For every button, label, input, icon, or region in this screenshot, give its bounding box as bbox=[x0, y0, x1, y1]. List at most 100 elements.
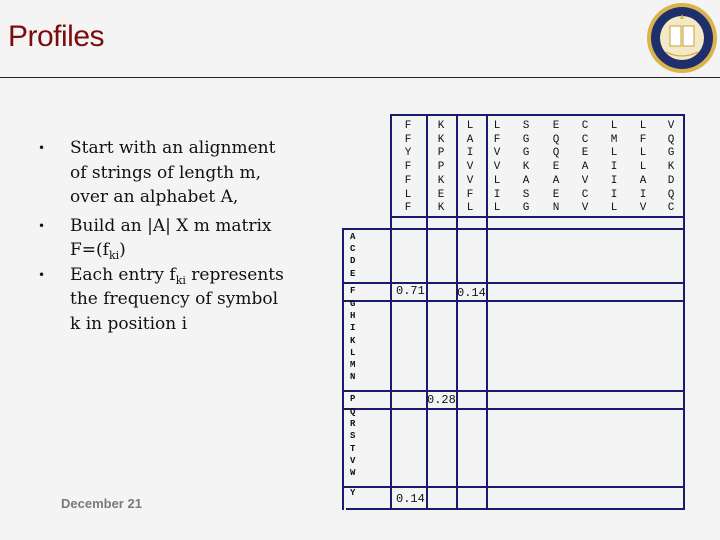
residue: L bbox=[639, 120, 647, 132]
residue: L bbox=[404, 188, 412, 201]
label-border-left bbox=[342, 228, 344, 510]
residue: Y bbox=[404, 147, 412, 160]
residue: I bbox=[610, 174, 618, 187]
residue: F bbox=[404, 202, 412, 215]
residue: L bbox=[466, 120, 474, 132]
residue: Q bbox=[667, 188, 675, 201]
residue: Q bbox=[552, 133, 560, 146]
residue: M bbox=[610, 133, 618, 146]
residue: L bbox=[493, 120, 501, 132]
row-label: G bbox=[350, 299, 356, 309]
title-divider bbox=[0, 77, 720, 78]
row-label: C bbox=[350, 244, 356, 255]
row-label: M bbox=[350, 360, 356, 370]
residue: S bbox=[522, 120, 530, 132]
residue: A bbox=[522, 174, 530, 187]
row-label: Y bbox=[350, 488, 356, 498]
residue: V bbox=[667, 120, 675, 132]
residue: A bbox=[639, 174, 647, 187]
alignment-column: LAIVVFL bbox=[455, 120, 485, 216]
row-label: H bbox=[350, 311, 356, 322]
row-label: N bbox=[350, 372, 356, 383]
residue: V bbox=[466, 161, 474, 174]
residue: V bbox=[581, 174, 589, 187]
residue: E bbox=[581, 147, 589, 160]
residue: I bbox=[610, 161, 618, 174]
residue: G bbox=[522, 147, 530, 160]
residue: F bbox=[493, 133, 501, 146]
residue: Q bbox=[667, 133, 675, 146]
bullet-item: • Build an |A| X m matrix F=(fki) bbox=[38, 215, 272, 262]
row-label: P bbox=[350, 394, 356, 404]
alignment-column: LMLIIIL bbox=[599, 120, 629, 216]
row-label: I bbox=[350, 323, 356, 334]
university-seal-icon bbox=[647, 3, 717, 73]
frequency-value: 0.71 bbox=[396, 284, 425, 298]
alignment-column: EQQEAEN bbox=[541, 120, 571, 216]
residue: L bbox=[493, 174, 501, 187]
residue: V bbox=[493, 161, 501, 174]
residue: C bbox=[581, 188, 589, 201]
bullet-item: • Each entry fki represents the frequency… bbox=[38, 264, 284, 334]
residue: L bbox=[610, 120, 618, 132]
frequency-value: 0.14 bbox=[396, 492, 425, 506]
residue: V bbox=[493, 147, 501, 160]
residue: F bbox=[404, 120, 412, 132]
footer-date: December 21 bbox=[61, 496, 142, 511]
row-label: R bbox=[350, 419, 356, 430]
row-label: L bbox=[350, 347, 356, 358]
residue: A bbox=[552, 174, 560, 187]
residue: E bbox=[552, 188, 560, 201]
residue: D bbox=[667, 174, 675, 187]
residue: L bbox=[610, 202, 618, 215]
row-label: Q bbox=[350, 407, 356, 417]
row-label: K bbox=[350, 335, 356, 346]
residue: C bbox=[581, 120, 589, 132]
residue: F bbox=[639, 133, 647, 146]
residue: K bbox=[667, 161, 675, 174]
alignment-column: CCEAVCV bbox=[570, 120, 600, 216]
residue: C bbox=[667, 202, 675, 215]
residue: G bbox=[667, 147, 675, 160]
residue: F bbox=[404, 133, 412, 146]
row-label: S bbox=[350, 431, 356, 442]
residue: K bbox=[437, 133, 445, 146]
residue: I bbox=[493, 188, 501, 201]
slide-title: Profiles bbox=[8, 20, 105, 53]
bullet-item: • Start with an alignment of strings of l… bbox=[38, 138, 276, 207]
residue: L bbox=[466, 202, 474, 215]
alignment-column: VQGKDQC bbox=[656, 120, 686, 216]
residue: L bbox=[639, 161, 647, 174]
alignment-column: LFLLAIV bbox=[628, 120, 658, 216]
residue: A bbox=[466, 133, 474, 146]
matrix-border-left bbox=[390, 114, 392, 510]
residue: I bbox=[639, 188, 647, 201]
residue: C bbox=[581, 133, 589, 146]
residue: F bbox=[466, 188, 474, 201]
residue: K bbox=[437, 174, 445, 187]
residue: P bbox=[437, 147, 445, 160]
residue: S bbox=[522, 188, 530, 201]
residue: N bbox=[552, 202, 560, 215]
row-divider bbox=[342, 408, 685, 410]
residue: L bbox=[639, 147, 647, 160]
residue: E bbox=[552, 161, 560, 174]
row-divider bbox=[342, 486, 685, 488]
residue: I bbox=[466, 147, 474, 160]
row-divider bbox=[390, 228, 685, 230]
header-row-divider bbox=[390, 216, 685, 218]
residue: G bbox=[522, 133, 530, 146]
row-divider bbox=[342, 282, 685, 284]
alignment-column: FFYFFLF bbox=[393, 120, 423, 216]
frequency-value: 0.28 bbox=[427, 393, 456, 407]
residue: F bbox=[404, 174, 412, 187]
residue: K bbox=[522, 161, 530, 174]
row-label: A bbox=[350, 232, 356, 242]
row-label: D bbox=[350, 256, 356, 267]
alignment-column: SGGKASG bbox=[511, 120, 541, 216]
residue: L bbox=[493, 202, 501, 215]
residue: E bbox=[437, 188, 445, 201]
residue: E bbox=[552, 120, 560, 132]
residue: A bbox=[581, 161, 589, 174]
row-divider bbox=[342, 390, 685, 392]
